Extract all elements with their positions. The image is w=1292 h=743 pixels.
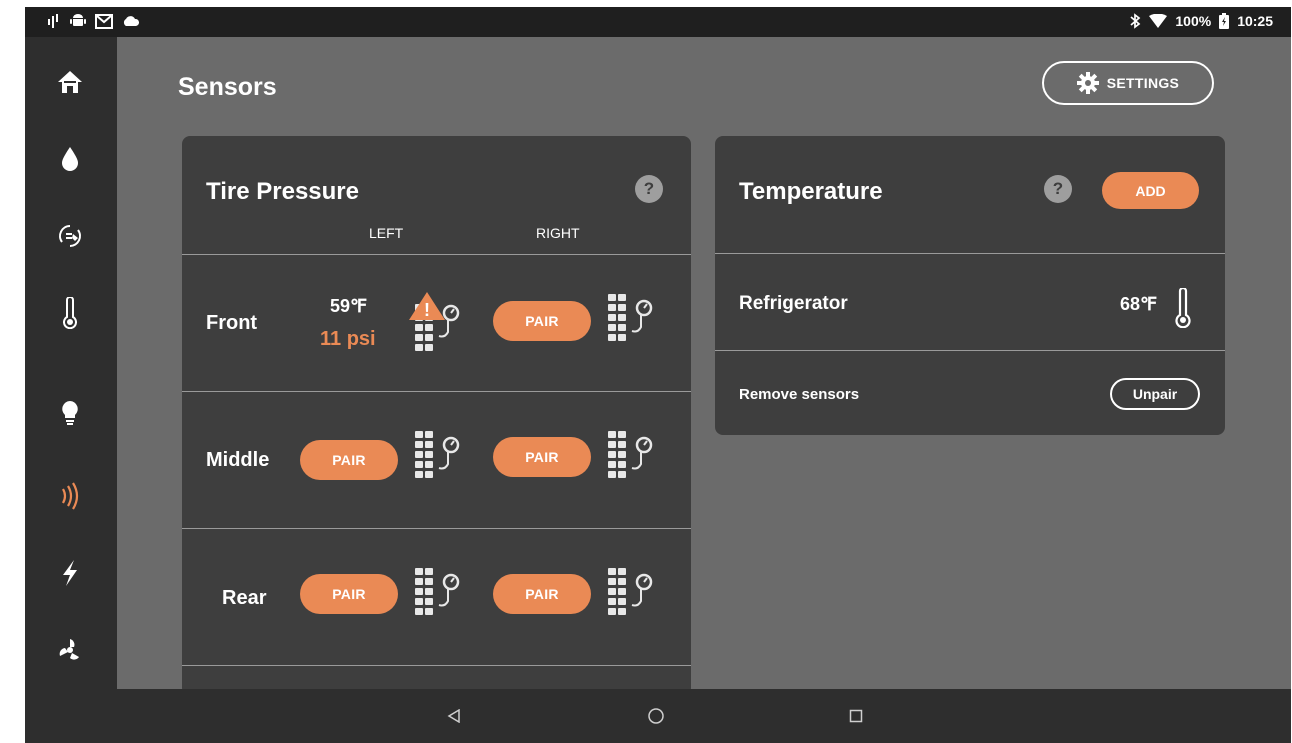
tire-pressure-card: Tire Pressure ? LEFT RIGHT Front 59℉ 11 … [182,136,691,696]
divider [182,254,691,255]
tire-gauge-icon [415,568,460,615]
rear-left-pair-button[interactable]: PAIR [300,574,398,614]
tire-gauge-icon [608,294,653,341]
tire-gauge-icon[interactable]: ! [409,292,471,356]
front-row-label: Front [206,312,258,334]
temperature-help-button[interactable]: ? [1044,175,1072,203]
status-right-icons: 100% 10:25 [1129,13,1273,29]
tire-help-button[interactable]: ? [635,175,663,203]
gear-icon [1076,72,1099,94]
back-icon [447,709,460,723]
bluetooth-icon [1130,13,1141,29]
status-left-icons [47,13,140,29]
tire-gauge-icon [608,568,653,615]
temperature-card: Temperature ? ADD Refrigerator 68℉ Remov… [715,136,1225,435]
front-left-temperature: 59℉ [330,296,368,316]
rear-right-pair-button[interactable]: PAIR [493,574,591,614]
rear-row-label: Rear [222,587,267,609]
nav-back-button[interactable] [441,703,467,729]
divider [182,528,691,529]
sidebar-item-water[interactable] [47,136,93,182]
temperature-title: Temperature [739,178,883,205]
add-sensor-button[interactable]: ADD [1102,172,1199,209]
recents-icon [849,709,863,723]
nav-home-button[interactable] [643,703,669,729]
android-nav-bar [25,689,1291,743]
divider [715,253,1225,254]
lightbulb-icon [62,401,78,425]
sidebar [25,37,117,689]
page-title: Sensors [178,73,277,101]
home-icon [58,71,82,93]
lightning-icon [63,560,77,586]
sidebar-item-power[interactable] [47,550,93,596]
sidebar-item-sensors[interactable] [47,473,93,519]
middle-right-pair-button[interactable]: PAIR [493,437,591,477]
settings-button[interactable]: SETTINGS [1042,61,1214,105]
refrigerator-temperature: 68℉ [1120,294,1158,314]
unpair-button[interactable]: Unpair [1110,378,1200,410]
clock: 10:25 [1237,13,1273,29]
sidebar-item-lights[interactable] [47,390,93,436]
signal-icon [48,14,58,28]
left-column-label: LEFT [369,225,404,241]
sensors-wave-icon [62,482,79,510]
tire-gauge-icon [415,431,460,478]
brake-icon [59,225,81,247]
warning-mark: ! [424,300,430,320]
right-column-label: RIGHT [536,225,580,241]
divider [182,391,691,392]
wifi-icon [1149,13,1168,28]
tire-gauge-icon [608,431,653,478]
tire-pressure-title: Tire Pressure [206,178,359,205]
battery-percentage: 100% [1175,13,1212,29]
water-drop-icon [62,147,78,171]
divider [182,665,691,666]
front-left-pressure: 11 psi [320,328,376,350]
sidebar-item-brakes[interactable] [47,213,93,259]
android-icon [70,14,86,26]
sidebar-item-fan[interactable] [47,627,93,673]
device-screen: 100% 10:25 Sensors SETTINGS Tire Pressur… [25,7,1291,743]
sidebar-item-temperature[interactable] [47,290,93,336]
settings-label: SETTINGS [1106,75,1180,91]
refrigerator-label: Refrigerator [739,293,848,314]
gmail-icon [95,13,113,29]
nav-recents-button[interactable] [843,703,869,729]
front-right-pair-button[interactable]: PAIR [493,301,591,341]
middle-row-label: Middle [206,449,270,471]
battery-icon [1219,13,1230,29]
home-circle-icon [648,708,664,724]
thermometer-icon [1175,288,1191,328]
divider [715,350,1225,351]
fan-icon [59,639,79,660]
thermometer-icon [63,297,77,329]
sidebar-item-home[interactable] [47,59,93,105]
middle-left-pair-button[interactable]: PAIR [300,440,398,480]
status-bar: 100% 10:25 [25,7,1291,37]
remove-sensors-label: Remove sensors [739,386,860,403]
cloud-icon [123,16,140,26]
